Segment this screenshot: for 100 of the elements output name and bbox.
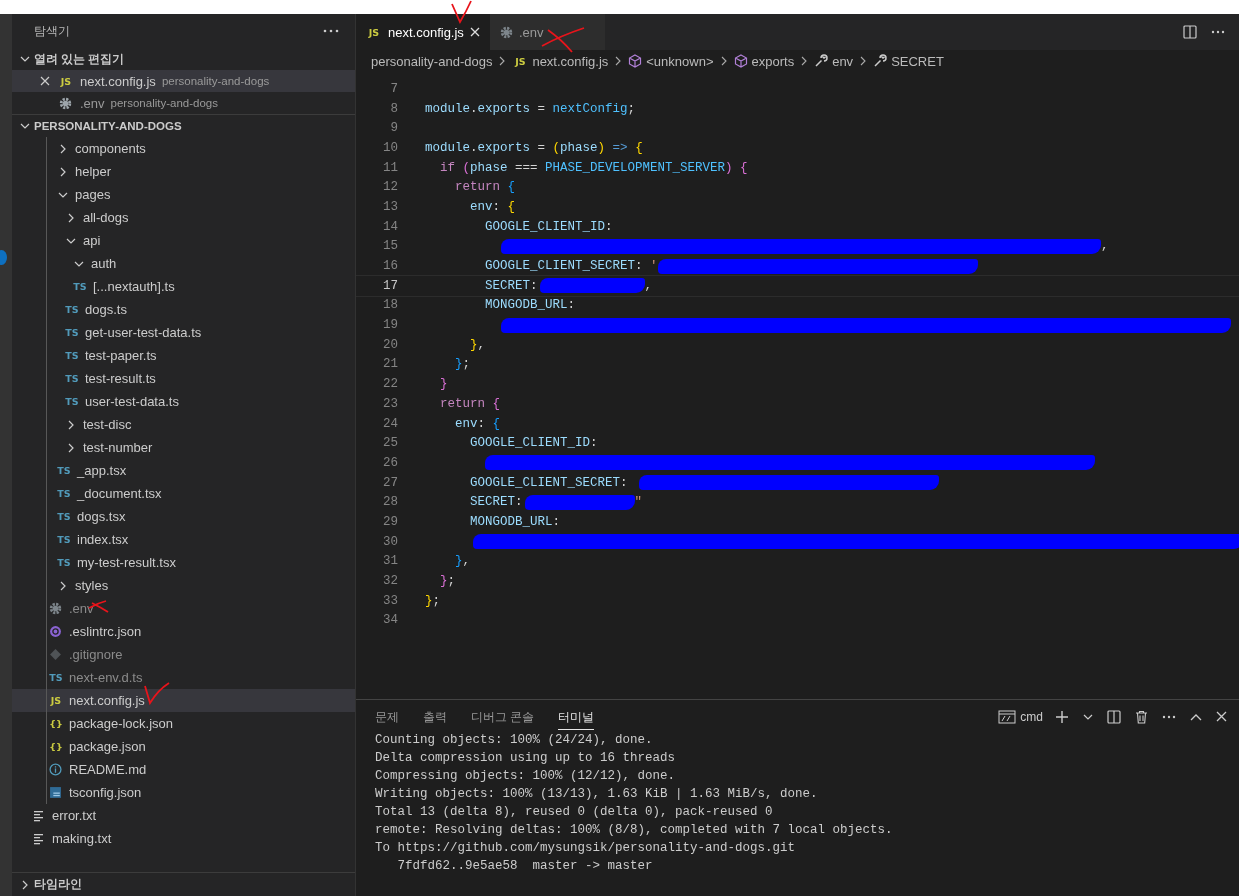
file-type-icon: {} [48, 741, 64, 752]
line-number: 31 [382, 554, 398, 569]
section-header[interactable]: PERSONALITY-AND-DOGS [12, 114, 355, 137]
breadcrumb-item[interactable]: exports [751, 53, 795, 69]
tree-item[interactable]: .eslintrc.json [12, 620, 355, 643]
tree-item[interactable]: TS test-paper.ts [12, 344, 355, 367]
trash-icon[interactable] [1135, 709, 1148, 724]
tree-item[interactable]: TS _document.tsx [12, 482, 355, 505]
tree-item[interactable]: api [12, 229, 355, 252]
tree-item[interactable]: error.txt [12, 804, 355, 827]
code-text: return { [454, 180, 516, 195]
tree-item-label: _document.tsx [77, 486, 162, 501]
tree-item[interactable]: test-number [12, 436, 355, 459]
panel-tab[interactable]: 디버그 콘솔 [471, 703, 535, 730]
chevron-icon [719, 56, 728, 66]
file-type-icon: TS [48, 672, 64, 683]
cube-icon [733, 54, 748, 68]
tree-item[interactable]: JS next.config.js [12, 689, 355, 712]
tree-item[interactable]: {} package.json [12, 735, 355, 758]
tree-item-label: .env [69, 601, 94, 616]
tree-item[interactable]: helper [12, 160, 355, 183]
config-file-icon [49, 786, 62, 799]
tree-item[interactable]: TS dogs.tsx [12, 505, 355, 528]
line-number: 13 [382, 199, 398, 214]
breadcrumb-item[interactable]: env [832, 53, 854, 69]
editor-tab[interactable]: JS next.config.js [356, 14, 490, 50]
line-number: 12 [382, 180, 398, 195]
chevron-icon [58, 580, 68, 591]
breadcrumb-item[interactable]: next.config.js [532, 53, 609, 69]
tree-item[interactable]: README.md [12, 758, 355, 781]
panel-tab[interactable]: 출력 [423, 703, 447, 730]
add-icon[interactable] [1055, 709, 1069, 724]
tree-item[interactable]: TS next-env.d.ts [12, 666, 355, 689]
tree-item[interactable]: .env [12, 597, 355, 620]
close-icon[interactable] [40, 76, 50, 86]
check-mark [144, 682, 170, 704]
file-type-icon: TS [56, 534, 72, 545]
tree-item[interactable]: TS my-test-result.tsx [12, 551, 355, 574]
file-type-icon: TS [56, 557, 72, 568]
breadcrumb-item[interactable]: personality-and-dogs [371, 53, 493, 69]
code-text: GOOGLE_CLIENT_SECRET: ' [484, 259, 658, 274]
code-text: , [1101, 239, 1109, 254]
close-icon[interactable] [1216, 711, 1227, 722]
tab-label: .env [518, 24, 544, 40]
tree-item[interactable]: TS test-result.ts [12, 367, 355, 390]
tree-item[interactable]: TS [...nextauth].ts [12, 275, 355, 298]
section-header[interactable]: 타임라인 [12, 872, 355, 896]
tree-item[interactable]: tsconfig.json [12, 781, 355, 804]
breadcrumb-item[interactable]: <unknown> [646, 53, 714, 69]
panel-tab[interactable]: 터미널 [558, 703, 595, 730]
maximize-panel-icon[interactable] [1190, 712, 1202, 721]
code-text: env: { [454, 416, 501, 431]
line-number: 14 [382, 219, 398, 234]
tree-item[interactable]: making.txt [12, 827, 355, 850]
wrench-icon [814, 54, 829, 68]
open-editor-item[interactable]: JS next.config.js personality-and-dogs [12, 70, 355, 92]
tree-item[interactable]: test-disc [12, 413, 355, 436]
split-terminal-icon[interactable] [1107, 709, 1121, 724]
tree-item[interactable]: styles [12, 574, 355, 597]
tree-item[interactable]: TS index.tsx [12, 528, 355, 551]
more-icon[interactable] [323, 29, 339, 33]
more-icon[interactable] [1211, 30, 1225, 34]
section-header[interactable]: 열려 있는 편집기 [12, 48, 355, 70]
tree-item[interactable]: all-dogs [12, 206, 355, 229]
tree-item[interactable]: {} package-lock.json [12, 712, 355, 735]
tree-item[interactable]: TS user-test-data.ts [12, 390, 355, 413]
tree-item-label: making.txt [52, 831, 112, 846]
tree-item[interactable]: TS dogs.ts [12, 298, 355, 321]
panel-tab[interactable]: 문제 [375, 703, 399, 730]
code-text: }; [439, 574, 456, 589]
terminal-shell-button[interactable]: cmd [998, 709, 1043, 724]
file-type-icon: TS [64, 327, 80, 338]
terminal-line: Compressing objects: 100% (12/12), done. [375, 769, 677, 785]
code-text: } [439, 377, 448, 392]
code-text: MONGODB_URL: [469, 514, 561, 529]
tree-item[interactable]: pages [12, 183, 355, 206]
line-number: 33 [382, 593, 398, 608]
line-number: 32 [382, 574, 398, 589]
tree-item-label: test-number [83, 440, 153, 455]
line-number: 26 [382, 455, 398, 470]
tree-item[interactable]: .gitignore [12, 643, 355, 666]
breadcrumb-item[interactable]: SECRET [891, 53, 944, 69]
file-type-icon: {} [48, 718, 64, 729]
code-text: return { [439, 396, 501, 411]
tree-item[interactable]: auth [12, 252, 355, 275]
line-number: 16 [382, 259, 398, 274]
open-editor-item[interactable]: .env personality-and-dogs [12, 92, 355, 114]
tree-item[interactable]: TS _app.tsx [12, 459, 355, 482]
split-editor-icon[interactable] [1183, 25, 1197, 39]
tree-item[interactable]: TS get-user-test-data.ts [12, 321, 355, 344]
tree-item-label: dogs.ts [85, 302, 127, 317]
more-icon[interactable] [1162, 714, 1176, 719]
tree-item-label: error.txt [52, 808, 97, 823]
tree-item-label: all-dogs [83, 210, 129, 225]
chevron-icon [20, 54, 30, 64]
editor-tab[interactable]: .env [489, 14, 605, 50]
tree-item[interactable]: components [12, 137, 355, 160]
terminal-line: 7fdfd62..9e5ae58 master -> master [396, 859, 654, 875]
tree-item-label: pages [75, 187, 111, 202]
close-icon[interactable] [469, 27, 480, 37]
